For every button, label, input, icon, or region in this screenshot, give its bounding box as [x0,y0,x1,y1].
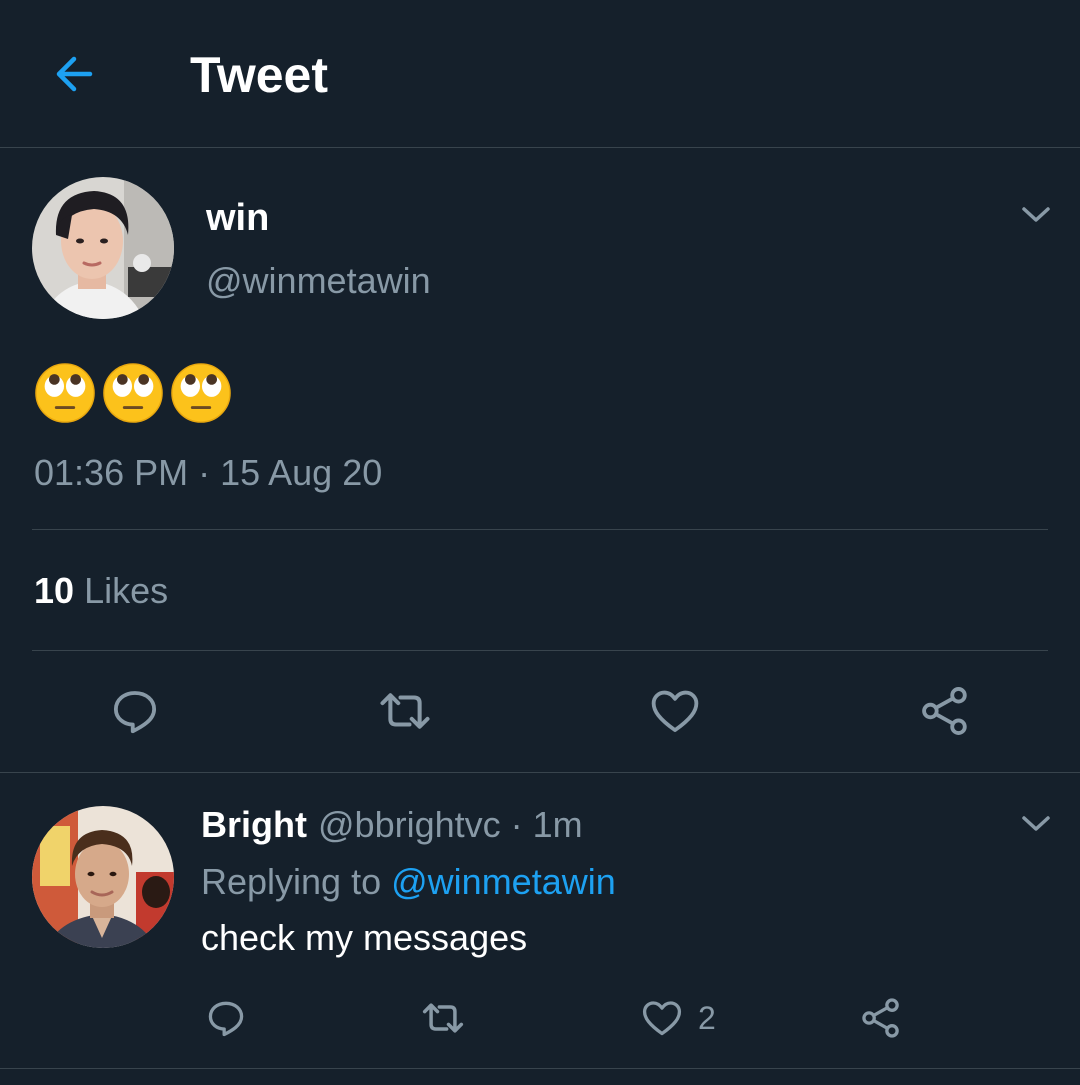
reply-author-name[interactable]: Bright [201,803,307,847]
divider [32,650,1048,651]
author-handle[interactable]: @winmetawin [206,259,431,303]
author-name[interactable]: win [206,196,269,240]
reply-content: check my messages [201,917,528,958]
tweet-content [34,362,232,424]
reply-like-button[interactable]: 2 [640,996,716,1040]
reply-like-count: 2 [698,999,716,1036]
chevron-down-icon [1022,816,1050,831]
divider [0,1068,1080,1069]
like-button[interactable] [648,684,702,738]
reply-author-handle[interactable]: @bbrightvc [318,804,501,845]
tweet-detail-screen: Tweet win @winmetawin 01:36 PM · 15 Aug … [0,0,1080,1085]
divider [32,529,1048,530]
arrow-left-icon [56,56,93,92]
rolling-eyes-emoji-icon [35,363,95,423]
retweet-icon [422,1003,464,1033]
top-bar: Tweet [0,0,1080,148]
page-title: Tweet [190,47,328,103]
replying-to-link[interactable]: @winmetawin [391,861,616,902]
replying-to-line: Replying to @winmetawin [201,860,616,904]
retweet-icon [380,693,430,729]
reply-meta: @bbrightvc · 1m [318,803,583,847]
reply-time: · 1m [510,804,583,845]
chevron-down-icon [1022,207,1050,222]
reply-options-button[interactable] [1016,809,1056,839]
back-button[interactable] [44,44,104,104]
heart-icon [642,1001,682,1036]
share-icon [862,998,899,1038]
tweet-timestamp: 01:36 PM · 15 Aug 20 [34,452,383,493]
reply-share-button[interactable] [859,996,903,1040]
heart-icon [651,690,699,733]
reply-author-avatar[interactable] [32,806,174,948]
reply-reply-button[interactable] [204,996,248,1040]
tweet-options-button[interactable] [1016,200,1056,230]
divider [0,772,1080,773]
reply-button[interactable] [108,684,162,738]
likes-summary[interactable]: 10 Likes [34,569,168,613]
reply-icon [113,691,157,734]
likes-label: Likes [84,570,169,611]
rolling-eyes-emoji-icon [171,363,231,423]
share-button[interactable] [918,684,972,738]
replying-to-label: Replying to [201,861,382,902]
rolling-eyes-emoji-icon [103,363,163,423]
reply-icon [208,1001,244,1037]
likes-count: 10 [34,570,75,611]
share-icon [922,687,967,735]
author-avatar[interactable] [32,177,174,319]
retweet-button[interactable] [375,684,435,738]
reply-retweet-button[interactable] [418,996,468,1040]
